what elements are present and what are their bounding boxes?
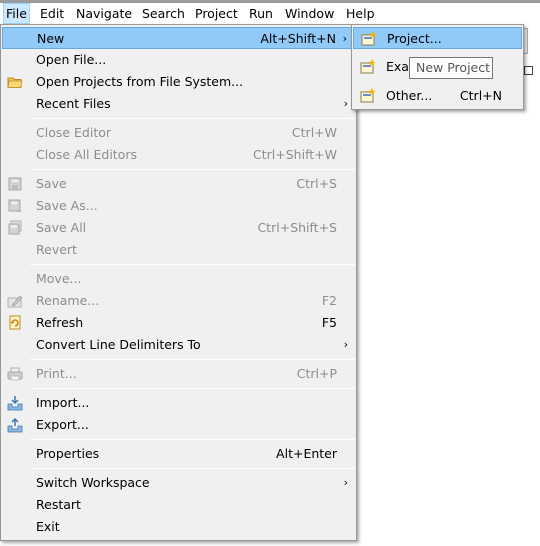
new-example-icon — [360, 59, 376, 74]
menu-item-label: Recent Files — [36, 96, 111, 111]
shortcut-label: Ctrl+W — [291, 125, 337, 140]
submenu-item-other[interactable]: Other... Ctrl+N — [353, 85, 522, 107]
menu-item-revert[interactable]: Revert — [2, 239, 355, 261]
menu-item-recent-files[interactable]: Recent Files › — [2, 93, 355, 115]
chevron-right-icon: › — [343, 97, 348, 110]
menu-search[interactable]: Search — [140, 3, 187, 24]
menu-item-label: Move... — [36, 271, 82, 286]
tooltip: New Project — [409, 57, 493, 79]
menu-separator — [30, 468, 355, 469]
menu-run[interactable]: Run — [247, 3, 275, 24]
menu-project[interactable]: Project — [193, 3, 240, 24]
menu-item-exit[interactable]: Exit — [2, 516, 355, 538]
menu-item-label: Close Editor — [36, 125, 112, 140]
import-icon — [7, 396, 23, 411]
menu-item-label: Open Projects from File System... — [36, 74, 244, 89]
refresh-icon — [9, 315, 21, 330]
shortcut-label: Ctrl+Shift+W — [253, 147, 337, 162]
chevron-right-icon: › — [343, 338, 348, 351]
menu-item-label: Export... — [36, 417, 89, 432]
menu-item-label: Switch Workspace — [36, 475, 150, 490]
shortcut-label: Alt+Enter — [276, 446, 337, 461]
menu-item-export[interactable]: Export... — [2, 414, 355, 436]
menu-item-save-as[interactable]: Save As... — [2, 195, 355, 217]
submenu-item-project[interactable]: Project... — [353, 27, 522, 49]
menu-item-close-editor[interactable]: Close Editor Ctrl+W — [2, 122, 355, 144]
shortcut-label: F2 — [321, 293, 337, 308]
menu-item-save[interactable]: Save Ctrl+S — [2, 173, 355, 195]
folder-icon — [7, 77, 23, 88]
menu-item-label: Properties — [36, 446, 100, 461]
save-icon — [8, 177, 22, 191]
new-wizard-icon — [360, 88, 376, 103]
menu-item-label: Rename... — [36, 293, 100, 308]
menu-bar: File Edit Navigate Search Project Run Wi… — [0, 3, 540, 24]
file-menu: New Alt+Shift+N › Open File... Open Proj… — [0, 24, 357, 541]
save-as-icon — [8, 199, 21, 212]
rename-icon — [7, 295, 23, 308]
shortcut-label: Ctrl+S — [296, 176, 337, 191]
menu-item-label: Open File... — [36, 52, 107, 67]
chevron-right-icon: › — [342, 32, 347, 45]
menu-item-label: Convert Line Delimiters To — [36, 337, 201, 352]
print-icon — [7, 367, 23, 381]
background-maximize-icon — [524, 66, 533, 75]
menu-separator — [30, 388, 355, 389]
menu-item-label: New — [37, 31, 65, 46]
menu-item-import[interactable]: Import... — [2, 392, 355, 414]
submenu-item-label: Other... — [386, 88, 433, 103]
menu-item-restart[interactable]: Restart — [2, 494, 355, 516]
menu-item-label: Exit — [36, 519, 60, 534]
menu-item-properties[interactable]: Properties Alt+Enter — [2, 443, 355, 465]
menu-file[interactable]: File — [3, 3, 30, 24]
shortcut-label: Ctrl+N — [459, 88, 502, 103]
shortcut-label: Alt+Shift+N — [260, 31, 336, 46]
export-icon — [7, 417, 23, 433]
menu-item-label: Restart — [36, 497, 81, 512]
menu-item-new[interactable]: New Alt+Shift+N › — [2, 27, 355, 49]
menu-item-label: Save As... — [36, 198, 98, 213]
menu-item-convert-line-delimiters[interactable]: Convert Line Delimiters To › — [2, 334, 355, 356]
menu-item-open-projects[interactable]: Open Projects from File System... — [2, 71, 355, 93]
shortcut-label: Ctrl+Shift+S — [257, 220, 337, 235]
menu-item-refresh[interactable]: Refresh F5 — [2, 312, 355, 334]
menu-edit[interactable]: Edit — [38, 3, 66, 24]
menu-separator — [30, 118, 355, 119]
new-project-icon — [361, 31, 377, 46]
menu-item-label: Import... — [36, 395, 90, 410]
menu-navigate[interactable]: Navigate — [74, 3, 134, 24]
menu-item-close-all-editors[interactable]: Close All Editors Ctrl+Shift+W — [2, 144, 355, 166]
menu-item-rename[interactable]: Rename... F2 — [2, 290, 355, 312]
menu-item-label: Refresh — [36, 315, 84, 330]
menu-item-label: Print... — [36, 366, 77, 381]
menu-item-move[interactable]: Move... — [2, 268, 355, 290]
save-all-icon — [8, 220, 22, 235]
menu-item-label: Save All — [36, 220, 87, 235]
menu-separator — [30, 264, 355, 265]
menu-separator — [30, 359, 355, 360]
menu-item-label: Revert — [36, 242, 77, 257]
shortcut-label: F5 — [321, 315, 337, 330]
menu-item-print[interactable]: Print... Ctrl+P — [2, 363, 355, 385]
shortcut-label: Ctrl+P — [296, 366, 337, 381]
menu-item-open-file[interactable]: Open File... — [2, 49, 355, 71]
menu-item-save-all[interactable]: Save All Ctrl+Shift+S — [2, 217, 355, 239]
chevron-right-icon: › — [343, 476, 348, 489]
menu-item-switch-workspace[interactable]: Switch Workspace › — [2, 472, 355, 494]
menu-window[interactable]: Window — [283, 3, 336, 24]
submenu-item-label: Project... — [387, 31, 442, 46]
menu-separator — [30, 169, 355, 170]
menu-help[interactable]: Help — [344, 3, 377, 24]
menu-item-label: Save — [36, 176, 67, 191]
menu-separator — [30, 439, 355, 440]
menu-item-label: Close All Editors — [36, 147, 138, 162]
